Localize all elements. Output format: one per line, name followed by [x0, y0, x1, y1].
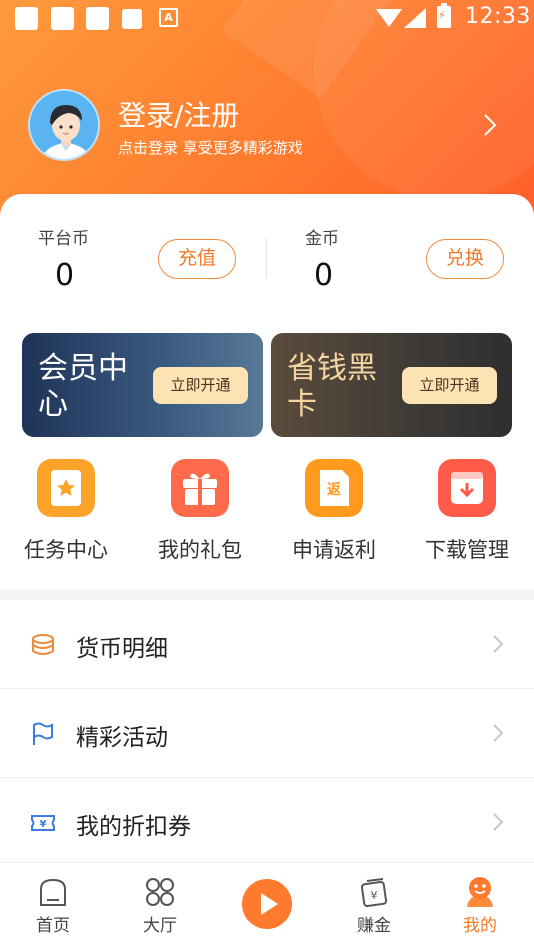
my-gifts-item[interactable]: 我的礼包	[145, 459, 255, 564]
gold-coin-label: 金币	[305, 229, 339, 249]
play-icon[interactable]	[242, 879, 292, 929]
vip-open-button[interactable]: 立即开通	[153, 367, 248, 404]
download-manager-label: 下载管理	[425, 538, 509, 562]
list-item-activities[interactable]: 精彩活动	[0, 689, 534, 778]
gift-icon	[171, 459, 229, 517]
svg-text:¥: ¥	[40, 819, 47, 830]
tab-earn-label: 赚金	[357, 916, 391, 936]
font-a-icon: A	[159, 8, 178, 27]
download-manager-item[interactable]: 下载管理	[412, 459, 522, 564]
platform-coin-value: 0	[55, 258, 75, 293]
savings-card-open-button[interactable]: 立即开通	[402, 367, 497, 404]
notification-icon	[15, 7, 38, 30]
status-bar: A 12:33	[0, 0, 534, 36]
chevron-right-icon[interactable]	[480, 112, 500, 138]
home-icon	[40, 878, 66, 906]
list-item-currency-details[interactable]: 货币明细	[0, 600, 534, 689]
tab-profile[interactable]: 我的	[440, 875, 520, 936]
list-item-coupons[interactable]: ¥ 我的折扣券	[0, 778, 534, 867]
task-center-label: 任务中心	[24, 538, 108, 562]
platform-coin-label: 平台币	[38, 229, 89, 249]
settings-list: 货币明细 精彩活动 ¥ 我的折扣券	[0, 600, 534, 867]
tab-home[interactable]: 首页	[13, 875, 93, 936]
tab-lobby-label: 大厅	[143, 916, 177, 936]
notification-icon	[51, 7, 74, 30]
signal-icon	[404, 8, 426, 28]
tab-home-label: 首页	[36, 916, 70, 936]
grid-icon	[146, 878, 174, 906]
tab-earn[interactable]: ¥ 赚金	[334, 875, 414, 936]
svg-text:¥: ¥	[371, 889, 378, 902]
download-icon	[438, 459, 496, 517]
chevron-right-icon	[493, 635, 504, 653]
flag-icon	[33, 722, 53, 745]
apply-rebate-item[interactable]: 返 申请返利	[279, 459, 389, 564]
login-subtitle: 点击登录 享受更多精彩游戏	[118, 139, 303, 157]
rebate-icon: 返	[305, 459, 363, 517]
my-gifts-label: 我的礼包	[158, 538, 242, 562]
task-center-item[interactable]: 任务中心	[11, 459, 121, 564]
bottom-tab-bar: 首页 大厅 ¥ 赚金 我的	[0, 862, 534, 950]
battery-icon	[437, 3, 451, 28]
coupon-icon: ¥	[31, 815, 55, 831]
svg-text:返: 返	[327, 481, 341, 498]
gold-coin-value: 0	[314, 258, 334, 293]
vip-center-title: 会员中心	[38, 351, 128, 422]
vip-center-banner[interactable]: 会员中心 立即开通	[22, 333, 263, 437]
coupons-label: 我的折扣券	[76, 814, 191, 840]
savings-card-banner[interactable]: 省钱黑卡 立即开通	[271, 333, 512, 437]
task-icon	[37, 459, 95, 517]
apply-rebate-label: 申请返利	[292, 538, 376, 562]
chevron-right-icon	[493, 724, 504, 742]
profile-icon	[467, 877, 493, 907]
earn-icon: ¥	[360, 878, 388, 908]
savings-card-title: 省钱黑卡	[287, 351, 377, 422]
wifi-icon	[376, 9, 402, 27]
divider	[266, 238, 267, 278]
chevron-right-icon	[493, 813, 504, 831]
currency-details-label: 货币明细	[76, 636, 168, 662]
exchange-button[interactable]: 兑换	[426, 239, 504, 279]
notification-icon	[86, 7, 109, 30]
tab-profile-label: 我的	[463, 916, 497, 936]
avatar[interactable]	[28, 89, 100, 161]
activities-label: 精彩活动	[76, 725, 168, 751]
tab-lobby[interactable]: 大厅	[120, 875, 200, 936]
status-time: 12:33	[465, 4, 531, 29]
recharge-button[interactable]: 充值	[158, 239, 236, 279]
notification-icon	[122, 9, 142, 29]
login-title[interactable]: 登录/注册	[118, 94, 239, 134]
coins-icon	[32, 634, 54, 655]
